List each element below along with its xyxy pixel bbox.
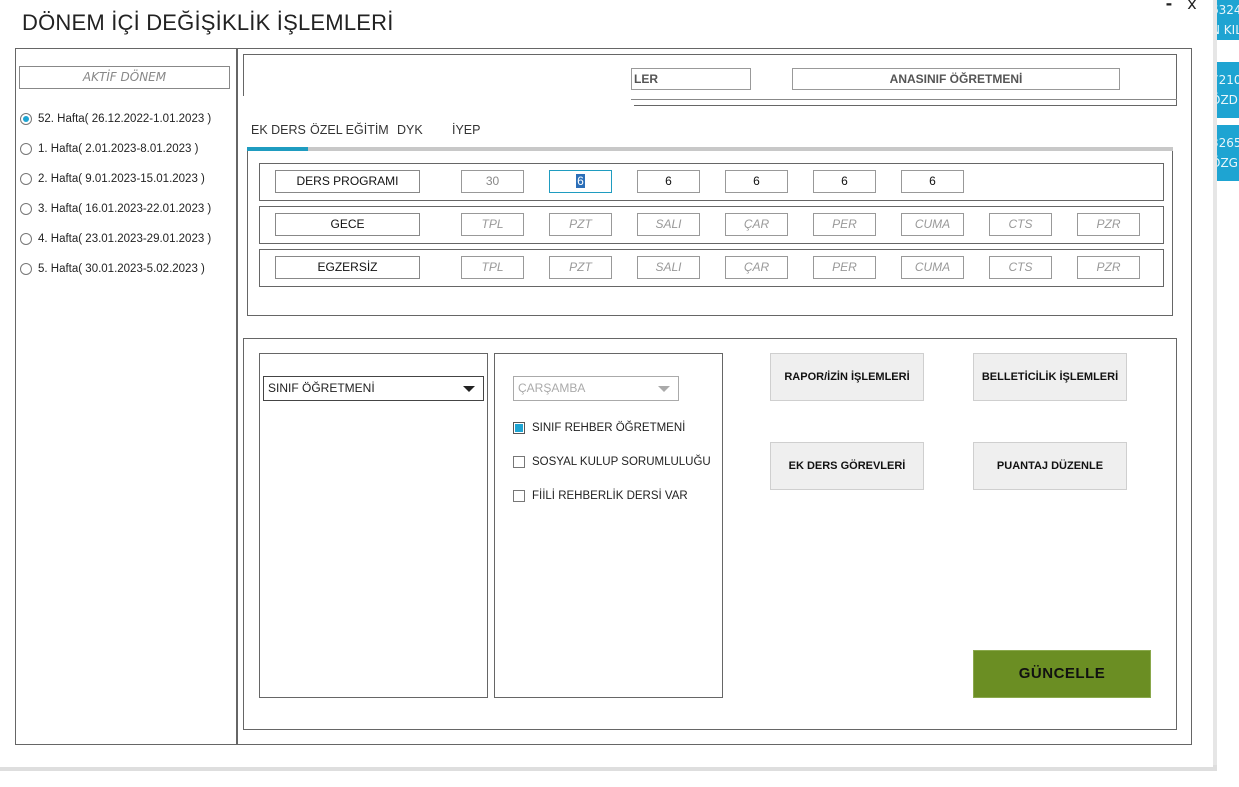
week-radio[interactable]: 3. Hafta( 16.01.2023-22.01.2023 ): [20, 200, 211, 218]
checkbox-fiili-rehberlik[interactable]: FİİLİ REHBERLİK DERSİ VAR: [513, 488, 688, 504]
radio-icon[interactable]: [20, 263, 32, 275]
role-title-button[interactable]: ANASINIF ÖĞRETMENİ: [792, 68, 1120, 90]
gece-day-field[interactable]: CUMA: [901, 213, 964, 236]
day-hours-field[interactable]: 6: [901, 170, 964, 193]
radio-selected-icon[interactable]: [20, 113, 32, 125]
radio-icon[interactable]: [20, 233, 32, 245]
rapor-izin-button[interactable]: RAPOR/İZİN İŞLEMLERİ: [770, 353, 924, 401]
day-hours-field[interactable]: 6: [637, 170, 700, 193]
egzersiz-day-field[interactable]: CTS: [989, 256, 1052, 279]
checkbox-label: SINIF REHBER ÖĞRETMENİ: [532, 422, 686, 434]
checkbox-sosyal-kulup[interactable]: SOSYAL KULUP SORUMLULUĞU: [513, 454, 711, 470]
gece-day-field[interactable]: ÇAR: [725, 213, 788, 236]
tab-iyep[interactable]: İYEP: [452, 123, 481, 137]
ek-ders-gorevleri-button[interactable]: EK DERS GÖREVLERİ: [770, 442, 924, 490]
checkbox-label: SOSYAL KULUP SORUMLULUĞU: [532, 456, 711, 468]
egzersiz-day-field[interactable]: PZT: [549, 256, 612, 279]
close-button[interactable]: x: [1184, 0, 1200, 14]
week-radio[interactable]: 4. Hafta( 23.01.2023-29.01.2023 ): [20, 230, 211, 248]
radio-icon[interactable]: [20, 203, 32, 215]
day-hours-field[interactable]: 6: [813, 170, 876, 193]
checkbox-checked-icon[interactable]: [513, 422, 525, 434]
gece-total-field[interactable]: TPL: [461, 213, 524, 236]
egzersiz-day-field[interactable]: SALI: [637, 256, 700, 279]
egzersiz-label[interactable]: EGZERSİZ: [275, 256, 420, 279]
gece-day-field[interactable]: SALI: [637, 213, 700, 236]
gece-day-field[interactable]: CTS: [989, 213, 1052, 236]
duty-options-panel: [494, 353, 723, 698]
chevron-down-icon: [658, 386, 670, 392]
tab-dyk[interactable]: DYK: [397, 123, 423, 137]
gece-day-field[interactable]: PZT: [549, 213, 612, 236]
egzersiz-day-field[interactable]: PER: [813, 256, 876, 279]
gece-day-field[interactable]: PZR: [1077, 213, 1140, 236]
week-radio[interactable]: 52. Hafta( 26.12.2022-1.01.2023 ): [20, 110, 211, 128]
week-label: 4. Hafta( 23.01.2023-29.01.2023 ): [38, 233, 212, 245]
week-label: 2. Hafta( 9.01.2023-15.01.2023 ): [38, 173, 205, 185]
tab-ozel-egitim[interactable]: ÖZEL EĞİTİM: [310, 123, 389, 137]
week-radio[interactable]: 1. Hafta( 2.01.2023-8.01.2023 ): [20, 140, 198, 158]
gece-day-field[interactable]: PER: [813, 213, 876, 236]
update-button[interactable]: GÜNCELLE: [973, 650, 1151, 698]
day-select-value: ÇARŞAMBA: [518, 381, 586, 395]
week-label: 3. Hafta( 16.01.2023-22.01.2023 ): [38, 203, 212, 215]
week-radio[interactable]: 2. Hafta( 9.01.2023-15.01.2023 ): [20, 170, 205, 188]
checkbox-label: FİİLİ REHBERLİK DERSİ VAR: [532, 490, 688, 502]
active-period-label: AKTİF DÖNEM: [19, 66, 230, 89]
chevron-down-icon[interactable]: [463, 386, 475, 392]
egzersiz-day-field[interactable]: ÇAR: [725, 256, 788, 279]
role-select-value: SINIF ÖĞRETMENİ: [268, 381, 375, 395]
checkbox-sinif-rehber[interactable]: SINIF REHBER ÖĞRETMENİ: [513, 420, 685, 436]
puantaj-duzenle-button[interactable]: PUANTAJ DÜZENLE: [973, 442, 1127, 490]
header-overlay: [242, 96, 634, 110]
ders-programi-label[interactable]: DERS PROGRAMI: [275, 170, 420, 193]
tab-ek-ders[interactable]: EK DERS: [251, 123, 306, 137]
radio-icon[interactable]: [20, 173, 32, 185]
day-select: ÇARŞAMBA: [513, 376, 679, 401]
selected-text: 6: [576, 174, 585, 188]
day-hours-field[interactable]: 6: [725, 170, 788, 193]
checkbox-icon[interactable]: [513, 456, 525, 468]
radio-icon[interactable]: [20, 143, 32, 155]
role-select[interactable]: SINIF ÖĞRETMENİ: [263, 376, 484, 401]
egzersiz-day-field[interactable]: PZR: [1077, 256, 1140, 279]
role-list-panel: [259, 353, 488, 698]
divider: [631, 99, 1177, 100]
egzersiz-day-field[interactable]: CUMA: [901, 256, 964, 279]
week-label: 5. Hafta( 30.01.2023-5.02.2023 ): [38, 263, 205, 275]
week-label: 52. Hafta( 26.12.2022-1.01.2023 ): [38, 113, 212, 125]
week-radio[interactable]: 5. Hafta( 30.01.2023-5.02.2023 ): [20, 260, 205, 278]
window-title: DÖNEM İÇİ DEĞİŞİKLİK İŞLEMLERİ: [22, 10, 394, 35]
egzersiz-total-field[interactable]: TPL: [461, 256, 524, 279]
belleticilik-button[interactable]: BELLETİCİLİK İŞLEMLERİ: [973, 353, 1127, 401]
minimize-button[interactable]: -: [1162, 0, 1176, 14]
week-label: 1. Hafta( 2.01.2023-8.01.2023 ): [38, 143, 199, 155]
day-hours-field[interactable]: 6: [549, 170, 612, 193]
header-partial-button[interactable]: LER: [631, 68, 751, 90]
total-hours-field[interactable]: 30: [461, 170, 524, 193]
checkbox-icon[interactable]: [513, 490, 525, 502]
gece-label[interactable]: GECE: [275, 213, 420, 236]
